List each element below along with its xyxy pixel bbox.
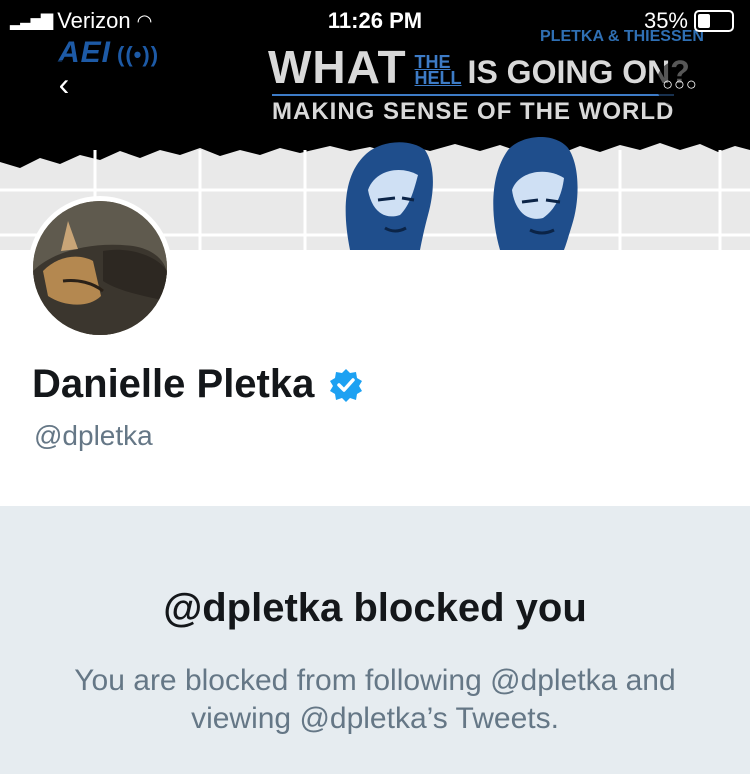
broadcast-icon: ((•)) [117, 42, 160, 67]
avatar[interactable] [28, 196, 172, 340]
status-time: 11:26 PM [327, 8, 423, 33]
avatar-image [33, 201, 167, 335]
more-options-button[interactable]: ○○○ [656, 60, 704, 108]
blocked-description: You are blocked from following @dpletka … [74, 664, 676, 735]
status-bar: ▂▃▅▇ Verizon ◠ 11:26 PM 35% [0, 0, 750, 42]
blocked-title: @dpletka blocked you [163, 586, 587, 630]
back-button[interactable]: ‹ [40, 60, 88, 108]
verified-badge-icon [330, 368, 363, 402]
banner-illustrated-faces [345, 136, 578, 250]
profile-name-row: Danielle Pletka [32, 362, 364, 407]
battery-percent: 35% [643, 8, 688, 33]
banner-headline: WHAT THE HELL IS GOING ON? [268, 41, 690, 93]
more-horizontal-icon: ○○○ [662, 73, 698, 94]
profile-handle: @dpletka [34, 420, 153, 451]
battery-icon [694, 10, 734, 32]
display-name: Danielle Pletka [32, 362, 315, 406]
chevron-left-icon: ‹ [58, 65, 70, 102]
blocked-notice: @dpletka blocked you You are blocked fro… [0, 506, 750, 774]
